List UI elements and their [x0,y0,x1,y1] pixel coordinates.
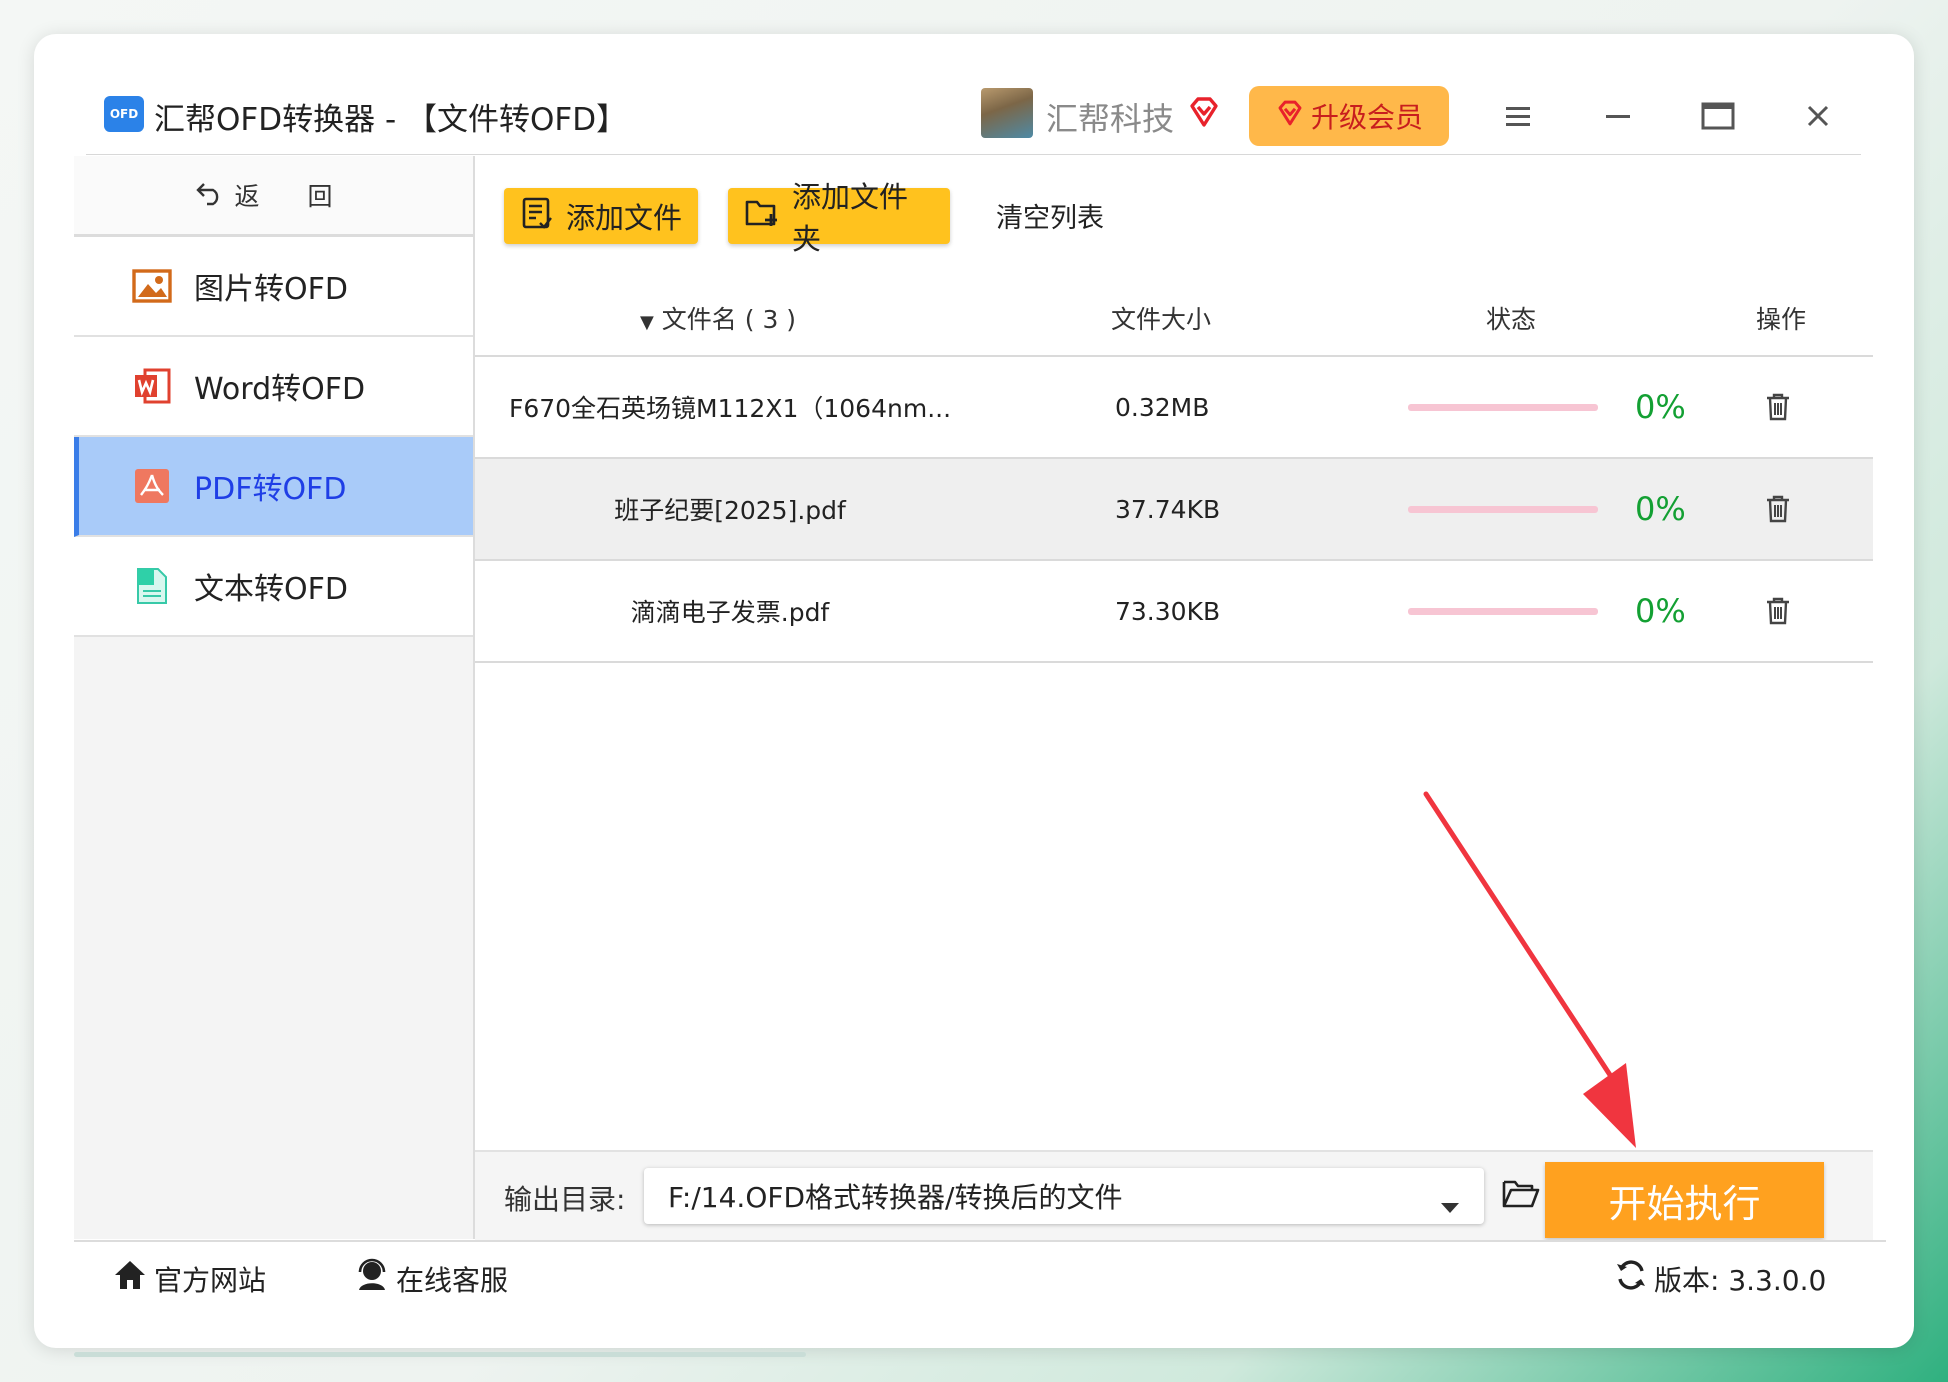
chevron-down-icon [1440,1188,1460,1221]
sort-desc-icon: ▼ [640,312,654,333]
add-file-label: 添加文件 [566,201,683,235]
progress-percent: 0% [1635,388,1686,426]
version-info[interactable]: 版本: 3.3.0.0 [1614,1258,1826,1299]
table-row[interactable]: 滴滴电子发票.pdf 73.30KB 0% [475,561,1873,663]
progress-percent: 0% [1635,592,1686,630]
home-icon [112,1258,148,1299]
file-size: 73.30KB [1115,596,1221,626]
official-website-link[interactable]: 官方网站 [112,1258,266,1299]
clear-list-button[interactable]: 清空列表 [996,196,1104,235]
minimize-icon[interactable] [1596,96,1640,136]
app-title: 汇帮OFD转换器 - 【文件转OFD】 [154,102,628,138]
close-icon[interactable] [1796,96,1840,136]
refresh-icon [1614,1258,1648,1299]
output-dir-select[interactable]: F:/14.OFD格式转换器/转换后的文件 [644,1168,1484,1224]
menu-icon[interactable] [1496,96,1540,136]
sidebar-item-label: 图片转OFD [194,272,348,307]
column-header-action: 操作 [1756,305,1807,334]
sidebar-item-word-to-ofd[interactable]: Word转OFD [74,337,473,437]
image-icon [132,266,172,306]
back-arrow-icon [195,178,225,212]
trash-icon[interactable] [1765,561,1791,661]
file-list-icon [520,196,554,237]
progress-bar [1408,404,1598,411]
app-logo: OFD [104,96,144,132]
word-icon [132,366,172,406]
annotation-arrow [1400,780,1660,1164]
trash-icon[interactable] [1765,357,1791,457]
trash-icon[interactable] [1765,459,1791,559]
pdf-icon [132,466,172,506]
sidebar-item-text-to-ofd[interactable]: 文本转OFD [74,537,473,637]
upgrade-vip-button[interactable]: 升级会员 [1249,86,1449,146]
file-name: 滴滴电子发票.pdf [630,598,830,627]
back-button[interactable]: 返 回 [74,156,473,237]
folder-add-icon [744,196,780,237]
sidebar-item-label: Word转OFD [194,372,366,407]
progress-percent: 0% [1635,490,1686,528]
add-folder-label: 添加文件夹 [792,180,909,256]
upgrade-label: 升级会员 [1310,101,1423,134]
folder-open-icon[interactable] [1502,1176,1540,1214]
file-size: 0.32MB [1115,392,1210,422]
output-dir-label: 输出目录: [504,1183,626,1216]
add-folder-button[interactable]: 添加文件夹 [728,180,950,256]
online-support-link[interactable]: 在线客服 [354,1258,508,1299]
column-header-filename[interactable]: ▼ 文件名 ( 3 ) [640,300,796,336]
sidebar-item-label: 文本转OFD [194,572,348,607]
table-row[interactable]: F670全石英场镜M112X1（1064nm... 0.32MB 0% [475,357,1873,459]
progress-bar [1408,506,1598,513]
title-divider [86,154,1861,155]
username[interactable]: 汇帮科技 [1046,94,1174,140]
back-label: 返 回 [234,182,353,211]
start-button[interactable]: 开始执行 [1545,1162,1824,1238]
column-header-size: 文件大小 [1111,305,1212,334]
file-name: F670全石英场镜M112X1（1064nm... [508,394,952,423]
sidebar-item-pdf-to-ofd[interactable]: PDF转OFD [74,437,473,537]
scroll-indicator[interactable] [74,1352,806,1357]
sidebar-item-label: PDF转OFD [194,472,347,507]
avatar[interactable] [981,88,1033,138]
diamond-icon [1275,98,1305,135]
sidebar-item-image-to-ofd[interactable]: 图片转OFD [74,237,473,337]
file-size: 37.74KB [1115,494,1221,524]
text-doc-icon [132,566,172,606]
output-dir-value: F:/14.OFD格式转换器/转换后的文件 [668,1181,1123,1214]
progress-bar [1408,608,1598,615]
maximize-icon[interactable] [1696,96,1740,136]
column-header-status: 状态 [1486,305,1537,334]
headset-icon [354,1258,390,1299]
file-name: 班子纪要[2025].pdf [614,496,846,525]
diamond-icon [1186,94,1222,134]
table-row[interactable]: 班子纪要[2025].pdf 37.74KB 0% [475,459,1873,561]
add-file-button[interactable]: 添加文件 [504,188,698,244]
